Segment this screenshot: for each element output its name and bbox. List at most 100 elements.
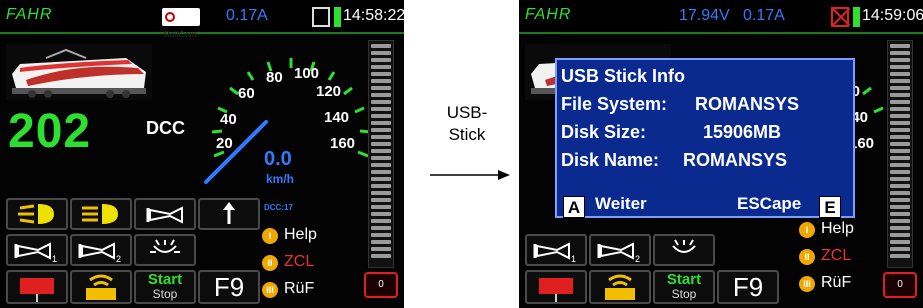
svg-text:1: 1	[52, 254, 57, 264]
next-label[interactable]: Weiter	[595, 194, 647, 214]
ladder-zero-button[interactable]: 0	[883, 272, 917, 298]
horn-2-icon: 2	[78, 242, 121, 264]
start-stop-button[interactable]: Start Stop	[653, 270, 715, 304]
disk-name-label: Disk Name:	[561, 150, 660, 170]
signal-button[interactable]	[6, 270, 68, 304]
horn-icon	[146, 206, 183, 224]
horn2-button[interactable]: 2	[589, 234, 651, 266]
zcl-indicator-icon: II	[262, 255, 278, 271]
horn2-button[interactable]: 2	[70, 234, 132, 266]
usb-warning-icon	[831, 7, 849, 27]
file-system-label: File System:	[561, 94, 668, 114]
start-label: Start	[666, 271, 702, 288]
f1-light-button[interactable]	[70, 198, 132, 230]
ruf-indicator-icon: III	[799, 276, 815, 292]
disk-name-value: ROMANSYS	[683, 150, 788, 170]
arrow-label-line1: USB-	[446, 103, 488, 122]
red-signal-icon	[539, 278, 573, 302]
ruf-label[interactable]: RüF	[284, 280, 314, 298]
arrow-up-icon	[223, 202, 235, 224]
voltage-readout: 17.94V	[679, 7, 730, 24]
radio-button[interactable]	[70, 270, 132, 304]
gauge-tick-120: 120	[316, 83, 341, 100]
help-label[interactable]: Help	[284, 226, 317, 244]
loco-address: 202	[8, 105, 92, 158]
cab-light-icon	[150, 239, 180, 253]
signal-bar-icon	[334, 7, 341, 27]
gauge-tick-100: 100	[294, 65, 319, 82]
right-throttle-screen: FAHR 17.94V 0.17A 14:59:06 60 80 100 120…	[519, 0, 923, 308]
headlight-icon	[18, 204, 54, 224]
help-indicator-icon: I	[799, 222, 815, 238]
svg-text:2: 2	[116, 254, 121, 264]
horn-1-icon: 1	[14, 242, 57, 264]
protocol-label: DCC	[146, 118, 185, 138]
speed-ladder[interactable]	[368, 40, 394, 268]
arrow-label-line2: Stick	[448, 125, 486, 144]
horn1-button[interactable]: 1	[525, 234, 587, 266]
current-readout: 0.17A	[226, 7, 268, 24]
cab-light-button[interactable]	[134, 234, 196, 266]
usb-info-dialog: USB Stick Info File System: ROMANSYS Dis…	[555, 58, 855, 218]
transition-label: USB- Stick	[430, 102, 504, 146]
f0-light-button[interactable]	[6, 198, 68, 230]
left-throttle-screen: FAHR RailCom 0.17A 14:58:22 202 DCC 20 4…	[0, 0, 404, 308]
zcl-label[interactable]: ZCL	[821, 247, 851, 265]
ladder-zero-button[interactable]: 0	[364, 272, 398, 298]
start-label: Start	[147, 271, 183, 288]
help-label[interactable]: Help	[821, 220, 854, 238]
radio-button[interactable]	[589, 270, 651, 304]
status-bar: FAHR 17.94V 0.17A 14:59:06	[519, 0, 923, 34]
locomotive-image	[6, 44, 152, 100]
speed-ladder[interactable]	[887, 40, 913, 268]
ruf-label[interactable]: RüF	[821, 274, 851, 292]
arrow-right-icon	[430, 170, 510, 180]
f9-button[interactable]: F9	[198, 270, 260, 304]
gauge-tick-80: 80	[266, 69, 283, 86]
zcl-indicator-icon: II	[799, 249, 815, 265]
gauge-tick-40: 40	[220, 111, 237, 128]
stop-label: Stop	[152, 287, 178, 301]
stop-label: Stop	[671, 287, 697, 301]
svg-text:2: 2	[635, 254, 640, 264]
disk-size-value: 15906MB	[703, 122, 782, 142]
cab-light-button[interactable]	[653, 234, 715, 266]
railcom-logo: RailCom	[162, 8, 200, 39]
horn-button[interactable]	[134, 198, 196, 230]
horn-1-icon: 1	[533, 242, 576, 264]
red-signal-icon	[20, 278, 54, 302]
radio-sound-icon	[605, 274, 635, 300]
gauge-tick-160: 160	[330, 135, 355, 152]
horn1-button[interactable]: 1	[6, 234, 68, 266]
f9-button[interactable]: F9	[717, 270, 779, 304]
dcc-info-small: DCC:17	[264, 203, 293, 212]
mode-title: FAHR	[6, 6, 53, 23]
cab-light-icon	[672, 239, 696, 253]
radio-sound-icon	[86, 274, 116, 300]
current-readout: 0.17A	[743, 7, 785, 24]
file-system-value: ROMANSYS	[695, 94, 800, 114]
speed-unit: km/h	[266, 172, 295, 186]
key-e-button[interactable]: E	[819, 196, 841, 218]
help-indicator-icon: I	[262, 228, 278, 244]
escape-label[interactable]: ESCape	[737, 194, 801, 214]
status-bar: FAHR RailCom 0.17A 14:58:22	[0, 0, 404, 39]
horn-2-icon: 2	[597, 242, 640, 264]
signal-bar-icon	[853, 7, 860, 27]
high-beam-icon	[82, 204, 118, 224]
speed-value: 0.0	[264, 148, 292, 170]
gauge-tick-140: 140	[324, 109, 349, 126]
svg-text:1: 1	[571, 254, 576, 264]
dialog-title: USB Stick Info	[561, 66, 686, 86]
zcl-label[interactable]: ZCL	[284, 253, 314, 271]
gauge-tick-20: 20	[216, 135, 233, 152]
clock: 14:59:06	[862, 7, 923, 25]
key-a-button[interactable]: A	[563, 196, 585, 218]
clock: 14:58:22	[343, 7, 404, 25]
direction-button[interactable]	[198, 198, 260, 230]
start-stop-button[interactable]: Start Stop	[134, 270, 196, 304]
ruf-indicator-icon: III	[262, 282, 278, 298]
signal-button[interactable]	[525, 270, 587, 304]
disk-size-label: Disk Size:	[561, 122, 647, 142]
battery-icon	[312, 7, 330, 27]
